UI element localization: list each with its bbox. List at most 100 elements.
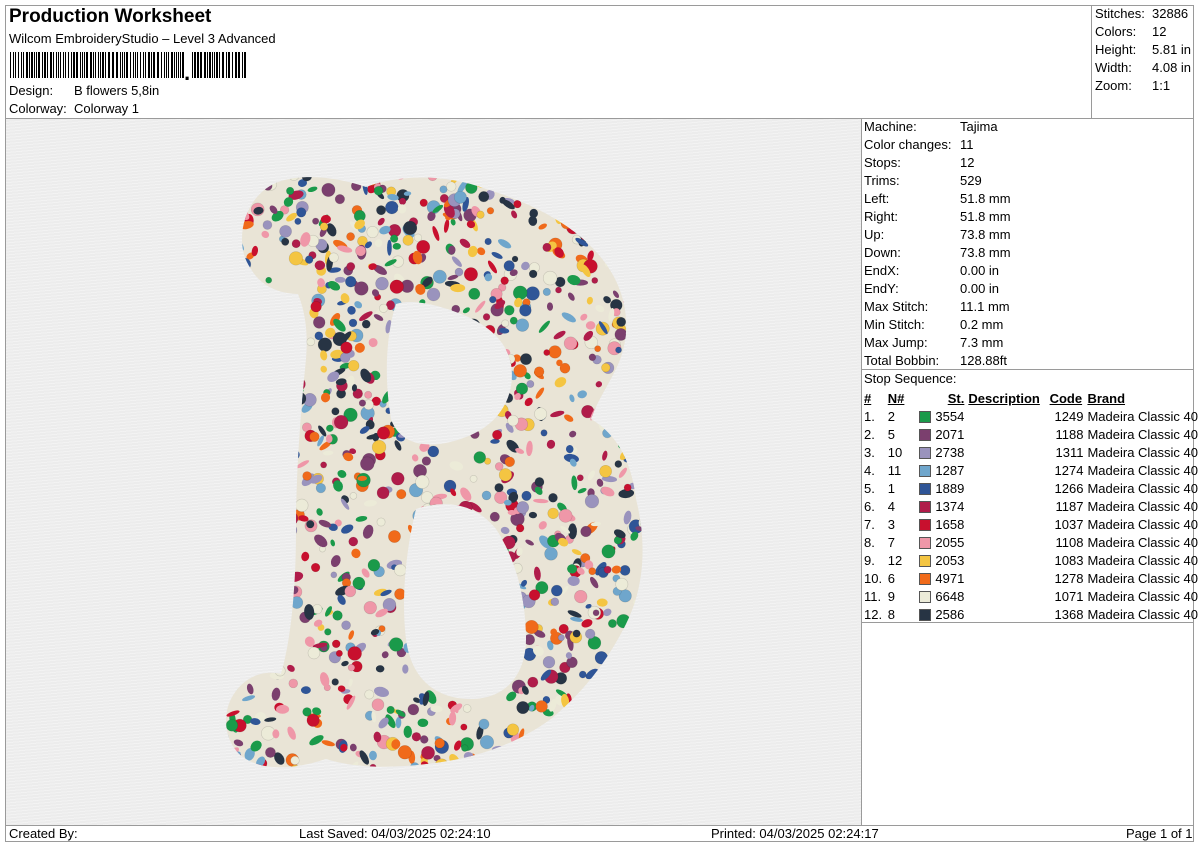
machine-info-row: Left: 51.8 mm [864, 191, 1194, 206]
machine-info-label: Right: [864, 209, 898, 224]
thread-description [966, 443, 1047, 461]
machine-info-label: EndX: [864, 263, 900, 278]
stop-sequence-title: Stop Sequence: [864, 371, 957, 386]
thread-description [966, 425, 1047, 443]
machine-info-value: 73.8 mm [960, 245, 1011, 260]
table-row: 9. 12 2053 1083 Madeira Classic 40 [862, 551, 1200, 569]
color-swatch [919, 411, 932, 424]
stop-index: 3. [864, 444, 875, 460]
table-row: 6. 4 1374 1187 Madeira Classic 40 [862, 497, 1200, 515]
color-swatch [919, 519, 932, 532]
color-swatch [919, 555, 932, 568]
stitch-count: 6648 [916, 587, 966, 605]
thread-code: 1266 [1054, 480, 1084, 496]
column-header-index: # [864, 390, 872, 406]
needle-number: 5 [887, 426, 895, 442]
stitch-count: 1889 [916, 479, 966, 497]
table-row: 3. 10 2738 1311 Madeira Classic 40 [862, 443, 1200, 461]
thread-description [966, 569, 1047, 587]
footer-divider [5, 825, 1194, 826]
stitch-count-value: 2071 [935, 426, 965, 442]
machine-info-label: EndY: [864, 281, 899, 296]
svg-text:,: , [184, 60, 190, 80]
barcode-image: , [10, 52, 246, 80]
thread-code: 1188 [1055, 426, 1084, 442]
stop-index: 10. [864, 570, 883, 586]
thread-code: 1083 [1054, 552, 1084, 568]
color-swatch [919, 447, 932, 460]
column-header-stitches: St. [947, 390, 965, 406]
design-value: B flowers 5,8in [74, 83, 160, 98]
machine-info-row: Right: 51.8 mm [864, 209, 1194, 224]
machine-info-row: Machine: Tajima [864, 119, 1194, 134]
machine-info-value: 0.00 in [960, 281, 1000, 296]
needle-number: 9 [887, 588, 895, 604]
thread-brand: Madeira Classic 40 [1087, 498, 1198, 514]
machine-info-label: Left: [864, 191, 890, 206]
thread-brand: Madeira Classic 40 [1087, 552, 1198, 568]
machine-info-row: EndX: 0.00 in [864, 263, 1194, 278]
page-title: Production Worksheet [9, 6, 212, 27]
stop-index: 7. [864, 516, 875, 532]
machine-info-value: 7.3 mm [960, 335, 1004, 350]
created-by: Created By: [9, 826, 78, 841]
color-swatch [919, 483, 932, 496]
stitch-count-value: 1658 [935, 516, 965, 532]
column-header-needle: N# [887, 390, 905, 406]
stitch-count: 4971 [916, 569, 966, 587]
stitch-count-value: 1287 [935, 462, 965, 478]
stitch-count: 3554 [916, 407, 966, 425]
color-swatch [919, 573, 932, 586]
machine-info-label: Max Stitch: [864, 299, 929, 314]
machine-info-label: Total Bobbin: [864, 353, 940, 368]
thread-description [966, 407, 1047, 425]
needle-number: 4 [887, 498, 895, 514]
summary-label: Stitches: [1095, 6, 1145, 21]
stitch-count-value: 4971 [935, 570, 965, 586]
table-row: 8. 7 2055 1108 Madeira Classic 40 [862, 533, 1200, 551]
machine-info-value: 0.2 mm [960, 317, 1004, 332]
stitch-count: 2738 [916, 443, 966, 461]
stop-index: 4. [864, 462, 875, 478]
needle-number: 8 [887, 606, 895, 622]
info-divider [861, 369, 1194, 370]
stitch-count-value: 3554 [935, 408, 965, 424]
needle-number: 7 [887, 534, 895, 550]
thread-brand: Madeira Classic 40 [1087, 606, 1198, 622]
color-swatch [919, 429, 932, 442]
thread-brand: Madeira Classic 40 [1087, 480, 1198, 496]
machine-info-label: Up: [864, 227, 885, 242]
machine-info-row: Down: 73.8 mm [864, 245, 1194, 260]
thread-brand: Madeira Classic 40 [1087, 534, 1198, 550]
stitch-count-value: 2586 [935, 606, 965, 622]
table-row: 12. 8 2586 1368 Madeira Classic 40 [862, 605, 1200, 623]
design-label: Design: [9, 83, 54, 98]
colorway-value: Colorway 1 [74, 101, 140, 116]
thread-description [966, 533, 1047, 551]
thread-code: 1249 [1054, 408, 1084, 424]
machine-info-value: 12 [960, 155, 975, 170]
table-row: 11. 9 6648 1071 Madeira Classic 40 [862, 587, 1200, 605]
needle-number: 10 [887, 444, 903, 460]
summary-value: 32886 [1152, 6, 1189, 21]
summary-label: Width: [1095, 60, 1132, 75]
stop-index: 8. [864, 534, 875, 550]
stop-index: 6. [864, 498, 875, 514]
summary-value: 5.81 in [1152, 42, 1192, 57]
summary-row: Colors: 12 [1095, 24, 1195, 39]
machine-info-value: Tajima [960, 119, 998, 134]
machine-info-label: Min Stitch: [864, 317, 925, 332]
color-swatch [919, 501, 932, 514]
thread-description [966, 461, 1047, 479]
embroidered-floral-letter-b-image [226, 177, 643, 768]
machine-info-value: 0.00 in [960, 263, 1000, 278]
thread-description [966, 587, 1047, 605]
machine-info-row: Up: 73.8 mm [864, 227, 1194, 242]
thread-brand: Madeira Classic 40 [1087, 570, 1198, 586]
table-row: 7. 3 1658 1037 Madeira Classic 40 [862, 515, 1200, 533]
thread-brand: Madeira Classic 40 [1087, 462, 1198, 478]
needle-number: 6 [887, 570, 895, 586]
needle-number: 3 [887, 516, 895, 532]
needle-number: 12 [887, 552, 903, 568]
thread-description [966, 605, 1047, 623]
